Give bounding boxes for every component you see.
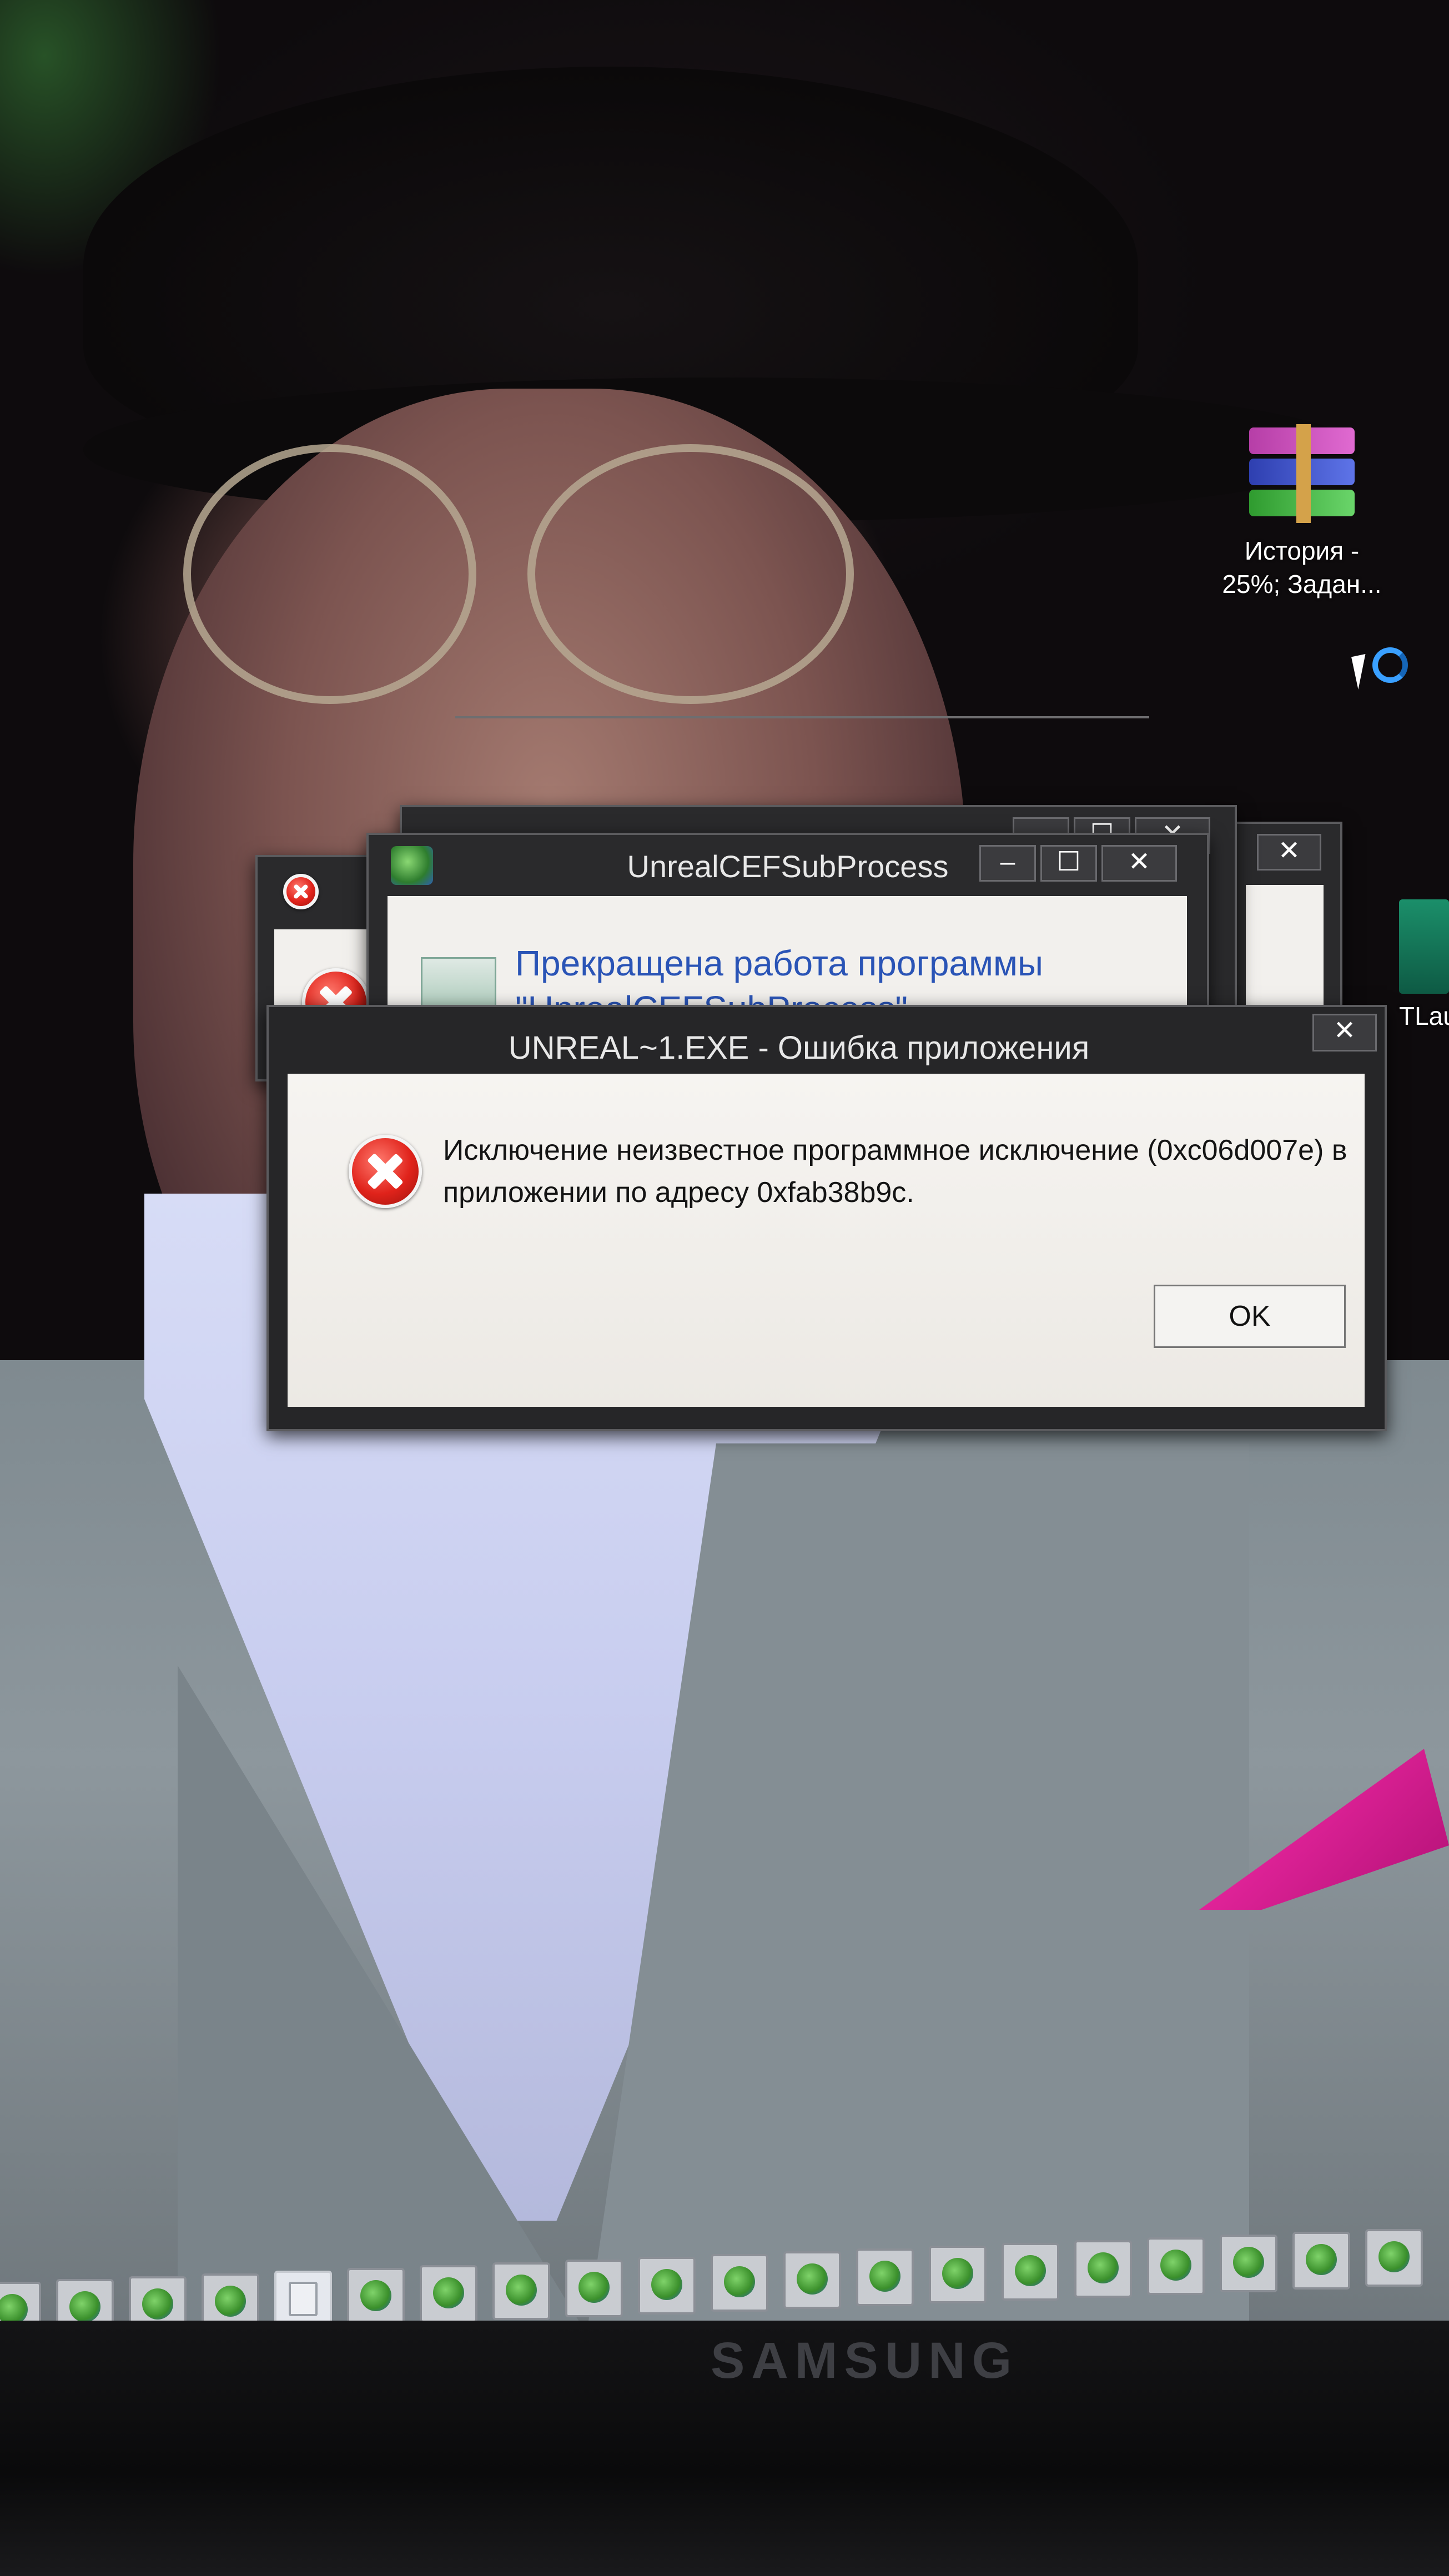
ghost-window-edge bbox=[455, 716, 1149, 718]
desktop-icon-label: История - 25%; Задан... bbox=[1222, 536, 1382, 598]
winrar-icon bbox=[1244, 424, 1360, 523]
mouse-cursor-icon bbox=[1351, 653, 1372, 690]
window-title: UNREAL~1.EXE - Ошибка приложения bbox=[508, 1030, 1090, 1066]
error-icon bbox=[349, 1135, 422, 1208]
window-client: Исключение неизвестное программное исклю… bbox=[288, 1074, 1365, 1407]
error-message-line2: приложении по адресу 0xfab38b9c. bbox=[443, 1176, 914, 1209]
desktop-icon-winrar-archive[interactable]: История - 25%; Задан... bbox=[1199, 424, 1405, 601]
crash-message-line1: Прекращена работа программы bbox=[515, 943, 1043, 983]
taskbar-item[interactable] bbox=[856, 2248, 914, 2306]
close-button[interactable]: ✕ bbox=[1101, 845, 1177, 882]
taskbar-item[interactable] bbox=[1365, 2229, 1423, 2287]
monitor-brand-logo: SAMSUNG bbox=[711, 2332, 1019, 2389]
desktop-icon-tlauncher[interactable]: TLau bbox=[1399, 899, 1449, 1033]
application-error-dialog[interactable]: UNREAL~1.EXE - Ошибка приложения ✕ Исклю… bbox=[266, 1005, 1387, 1431]
taskbar-item[interactable] bbox=[638, 2257, 696, 2315]
taskbar-item[interactable] bbox=[1220, 2235, 1277, 2292]
title-bar[interactable]: UNREAL~1.EXE - Ошибка приложения ✕ bbox=[269, 1007, 1385, 1068]
desktop-screen: История - 25%; Задан... TLau ✕ ‒ ☐ ✕ Unr… bbox=[0, 0, 1449, 2359]
taskbar-item[interactable] bbox=[347, 2268, 405, 2326]
taskbar-item[interactable] bbox=[1002, 2243, 1059, 2301]
taskbar-item[interactable] bbox=[420, 2265, 477, 2323]
taskbar-item[interactable] bbox=[1292, 2232, 1350, 2290]
minimize-button[interactable]: ‒ bbox=[979, 845, 1036, 882]
close-button[interactable]: ✕ bbox=[1312, 1014, 1377, 1051]
title-bar[interactable]: UnrealCEFSubProcess ‒ ☐ ✕ bbox=[369, 835, 1207, 896]
taskbar-item[interactable] bbox=[492, 2262, 550, 2320]
taskbar-item[interactable] bbox=[1147, 2237, 1205, 2295]
close-button[interactable]: ✕ bbox=[1257, 834, 1321, 871]
taskbar-item[interactable] bbox=[783, 2251, 841, 2309]
taskbar-item[interactable] bbox=[565, 2260, 623, 2317]
error-message-line1: Исключение неизвестное программное исклю… bbox=[443, 1134, 1347, 1166]
error-icon bbox=[283, 874, 319, 909]
taskbar bbox=[0, 2215, 1449, 2339]
window-client bbox=[1246, 885, 1324, 1024]
taskbar-item[interactable] bbox=[929, 2246, 987, 2303]
wallpaper-glasses-left bbox=[183, 444, 476, 704]
desktop-icon-label: TLau bbox=[1399, 1002, 1449, 1030]
taskbar-item[interactable] bbox=[1074, 2240, 1132, 2298]
taskbar-item[interactable] bbox=[711, 2254, 768, 2312]
wallpaper-glasses-right bbox=[527, 444, 854, 704]
busy-spinner-icon bbox=[1372, 647, 1408, 683]
maximize-button[interactable]: ☐ bbox=[1040, 845, 1097, 882]
ok-button[interactable]: OK bbox=[1154, 1285, 1346, 1348]
taskbar-item-active[interactable] bbox=[274, 2271, 332, 2328]
tlauncher-icon bbox=[1399, 899, 1449, 994]
